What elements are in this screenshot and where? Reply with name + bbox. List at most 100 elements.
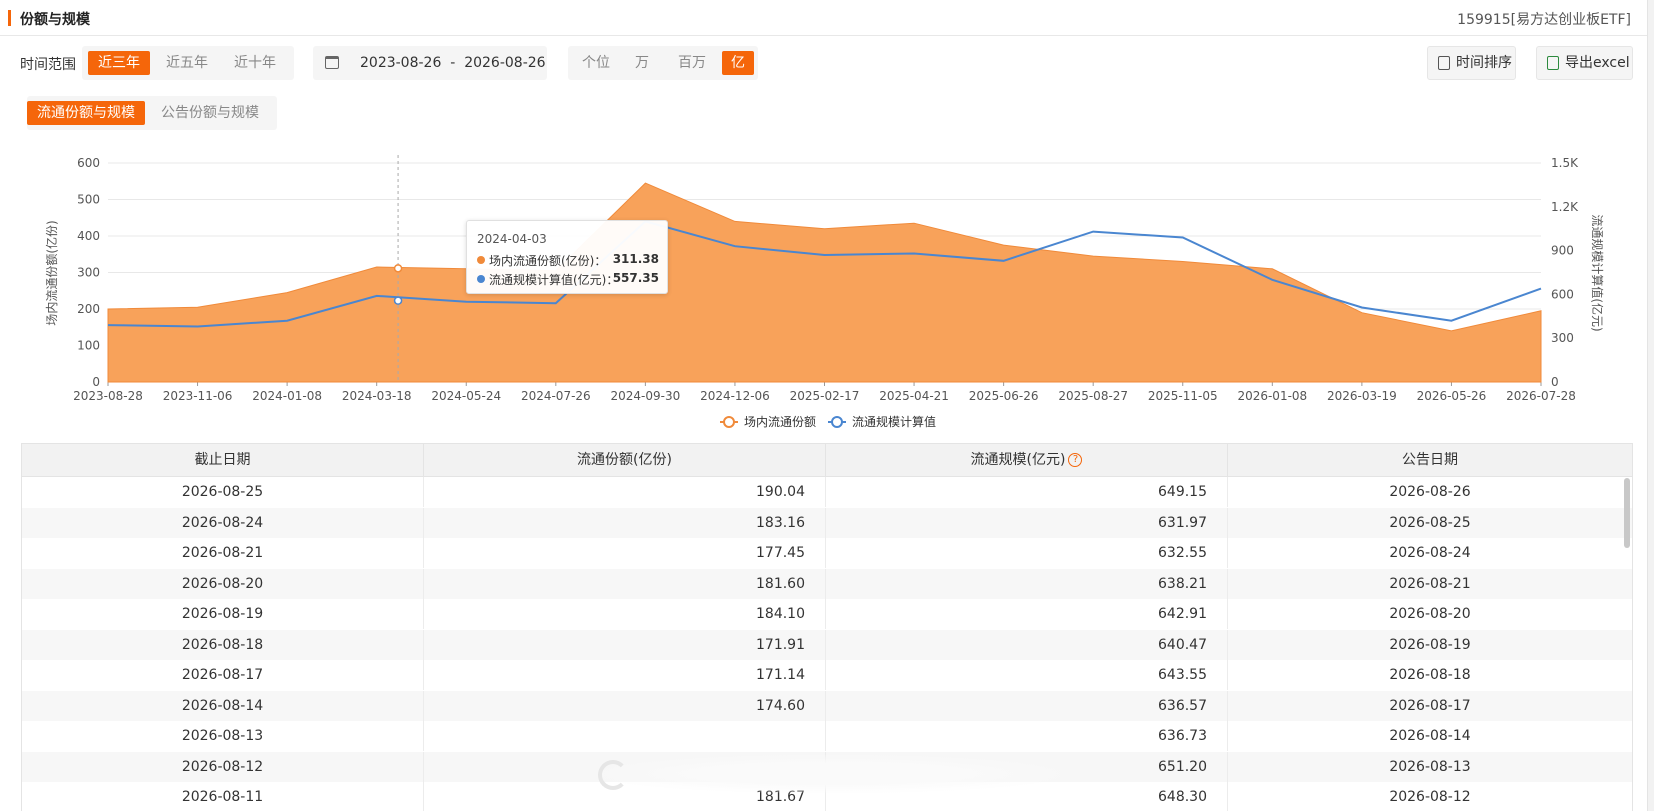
range-10y-button[interactable]: 近十年 bbox=[224, 51, 286, 75]
y-right-tick-label: 1.5K bbox=[1551, 156, 1579, 170]
table-row: 2026-08-18 171.91 640.47 2026-08-19 bbox=[22, 629, 1632, 660]
cell-shares: 171.91 bbox=[424, 629, 826, 660]
cell-shares: 184.10 bbox=[424, 599, 826, 629]
hover-point-shares bbox=[393, 264, 403, 273]
table-row: 2026-08-24 183.16 631.97 2026-08-25 bbox=[22, 507, 1632, 538]
unit-wan-button[interactable]: 万 bbox=[622, 51, 662, 75]
range-3y-button[interactable]: 近三年 bbox=[88, 51, 150, 75]
y-left-tick-label: 600 bbox=[77, 156, 100, 170]
y-left-tick-label: 500 bbox=[77, 193, 100, 207]
cell-scale: 640.47 bbox=[826, 629, 1228, 660]
export-excel-label: 导出excel bbox=[1565, 55, 1630, 71]
x-tick-label: 2024-03-18 bbox=[342, 389, 412, 403]
col-header-date[interactable]: 截止日期 bbox=[22, 444, 424, 476]
unit-ones-button[interactable]: 个位 bbox=[574, 51, 618, 75]
cell-announce: 2026-08-12 bbox=[1389, 789, 1471, 805]
range-selector: 近三年 近五年 近十年 bbox=[82, 46, 294, 80]
tab-circulating[interactable]: 流通份额与规模 bbox=[27, 101, 145, 125]
tooltip-scale-name: 流通规模计算值(亿元)： bbox=[489, 273, 619, 287]
cell-scale: 638.21 bbox=[826, 568, 1228, 599]
x-tick-label: 2025-06-26 bbox=[969, 389, 1039, 403]
y-left-tick-label: 200 bbox=[77, 302, 100, 316]
y-right-tick-label: 1.2K bbox=[1551, 200, 1579, 214]
unit-yi-button[interactable]: 亿 bbox=[722, 51, 754, 75]
tooltip-shares-name: 场内流通份额(亿份)： bbox=[489, 254, 607, 268]
cell-date: 2026-08-21 bbox=[22, 538, 424, 568]
range-label: 时间范围 bbox=[20, 57, 76, 73]
table-row: 2026-08-17 171.14 643.55 2026-08-18 bbox=[22, 660, 1632, 690]
loading-overlay bbox=[600, 755, 1060, 793]
tooltip-scale-value: 557.35 bbox=[612, 271, 659, 285]
legend-shares-label: 场内流通份额 bbox=[744, 415, 816, 429]
excel-icon bbox=[1547, 56, 1559, 70]
cell-date: 2026-08-19 bbox=[22, 599, 424, 629]
cell-shares: 177.45 bbox=[424, 538, 826, 568]
chart-tooltip: 2024-04-03 场内流通份额(亿份)： 311.38 流通规模计算值(亿元… bbox=[466, 220, 668, 294]
range-5y-button[interactable]: 近五年 bbox=[156, 51, 218, 75]
col-header-scale-label: 流通规模(亿元) bbox=[970, 452, 1066, 468]
tooltip-date: 2024-04-03 bbox=[477, 232, 547, 246]
tooltip-row-shares: 场内流通份额(亿份)： 311.38 bbox=[477, 252, 659, 268]
cell-announce: 2026-08-14 bbox=[1389, 728, 1471, 744]
x-tick-label: 2025-11-05 bbox=[1148, 389, 1218, 403]
help-icon[interactable]: ? bbox=[1068, 453, 1083, 467]
cell-scale: 643.55 bbox=[826, 660, 1228, 690]
unit-selector: 个位 万 百万 亿 bbox=[568, 46, 758, 80]
x-tick-label: 2024-07-26 bbox=[521, 389, 591, 403]
shares-area-series bbox=[107, 182, 1542, 383]
y-left-tick-label: 100 bbox=[77, 339, 100, 353]
table-row: 2026-08-13 636.73 2026-08-14 bbox=[22, 721, 1632, 751]
table-scrollbar[interactable] bbox=[1624, 478, 1630, 548]
cell-scale: 632.55 bbox=[826, 538, 1228, 568]
col-header-announce[interactable]: 公告日期 bbox=[1228, 444, 1632, 476]
shares-dot-icon bbox=[477, 256, 485, 264]
cell-announce: 2026-08-26 bbox=[1389, 484, 1471, 500]
col-header-shares[interactable]: 流通份额(亿份) bbox=[424, 444, 826, 476]
legend-scale-label: 流通规模计算值 bbox=[852, 414, 936, 429]
y-left-tick-label: 300 bbox=[77, 266, 100, 280]
cell-date: 2026-08-18 bbox=[22, 629, 424, 660]
title-accent-bar bbox=[8, 10, 11, 26]
cell-date: 2026-08-13 bbox=[22, 721, 424, 751]
table-header: 截止日期 流通份额(亿份) 流通规模(亿元)? 公告日期 bbox=[22, 444, 1632, 477]
cell-announce: 2026-08-13 bbox=[1389, 758, 1471, 775]
cell-date: 2026-08-20 bbox=[22, 568, 424, 599]
x-tick-label: 2026-07-28 bbox=[1506, 389, 1576, 403]
x-tick-label: 2024-05-24 bbox=[431, 389, 501, 403]
x-tick-label: 2023-11-06 bbox=[163, 389, 233, 403]
tab-announced[interactable]: 公告份额与规模 bbox=[151, 101, 269, 125]
y-right-tick-label: 300 bbox=[1551, 331, 1574, 345]
export-excel-button[interactable]: 导出excel bbox=[1536, 46, 1633, 80]
shares-scale-chart[interactable]: 0 100 200 300 400 500 600 0 300 600 900 1.2K 1.5K 202… bbox=[0, 138, 1647, 434]
x-tick-label: 2024-12-06 bbox=[700, 389, 770, 403]
cell-shares bbox=[424, 721, 826, 751]
cell-announce: 2026-08-18 bbox=[1389, 667, 1471, 683]
time-sort-button[interactable]: 时间排序 bbox=[1427, 46, 1516, 80]
cell-date: 2026-08-12 bbox=[22, 751, 424, 782]
x-tick-label: 2025-08-27 bbox=[1058, 389, 1128, 403]
cell-date: 2026-08-24 bbox=[22, 507, 424, 538]
y-right-tick-label: 600 bbox=[1551, 287, 1574, 301]
sort-icon bbox=[1438, 56, 1450, 70]
table-row: 2026-08-19 184.10 642.91 2026-08-20 bbox=[22, 599, 1632, 629]
y-right-axis-label: 流通规模计算值(亿元) bbox=[1590, 214, 1605, 331]
data-tabs: 流通份额与规模 公告份额与规模 bbox=[27, 96, 277, 130]
cell-date: 2026-08-25 bbox=[22, 477, 424, 507]
x-tick-label: 2025-04-21 bbox=[879, 389, 949, 403]
legend-shares-dot bbox=[723, 416, 735, 428]
col-header-scale[interactable]: 流通规模(亿元)? bbox=[826, 444, 1228, 476]
panel-header: 份额与规模 159915[易方达创业板ETF] bbox=[0, 0, 1647, 36]
x-tick-label: 2023-08-28 bbox=[73, 389, 143, 403]
cell-shares: 190.04 bbox=[424, 477, 826, 507]
unit-million-button[interactable]: 百万 bbox=[666, 51, 718, 75]
date-range-picker[interactable]: 2023-08-26 - 2026-08-26 bbox=[313, 46, 547, 80]
fund-name: 159915[易方达创业板ETF] bbox=[1457, 12, 1631, 28]
table-row: 2026-08-25 190.04 649.15 2026-08-26 bbox=[22, 477, 1632, 507]
x-tick-label: 2024-09-30 bbox=[611, 389, 681, 403]
shares-scale-panel: 份额与规模 159915[易方达创业板ETF] 时间范围 近三年 近五年 近十年… bbox=[0, 0, 1648, 811]
cell-shares: 183.16 bbox=[424, 507, 826, 538]
cell-shares: 174.60 bbox=[424, 690, 826, 721]
scale-dot-icon bbox=[477, 275, 485, 283]
hover-point-scale bbox=[393, 296, 403, 305]
date-range-text: 2023-08-26 - 2026-08-26 bbox=[360, 55, 546, 71]
